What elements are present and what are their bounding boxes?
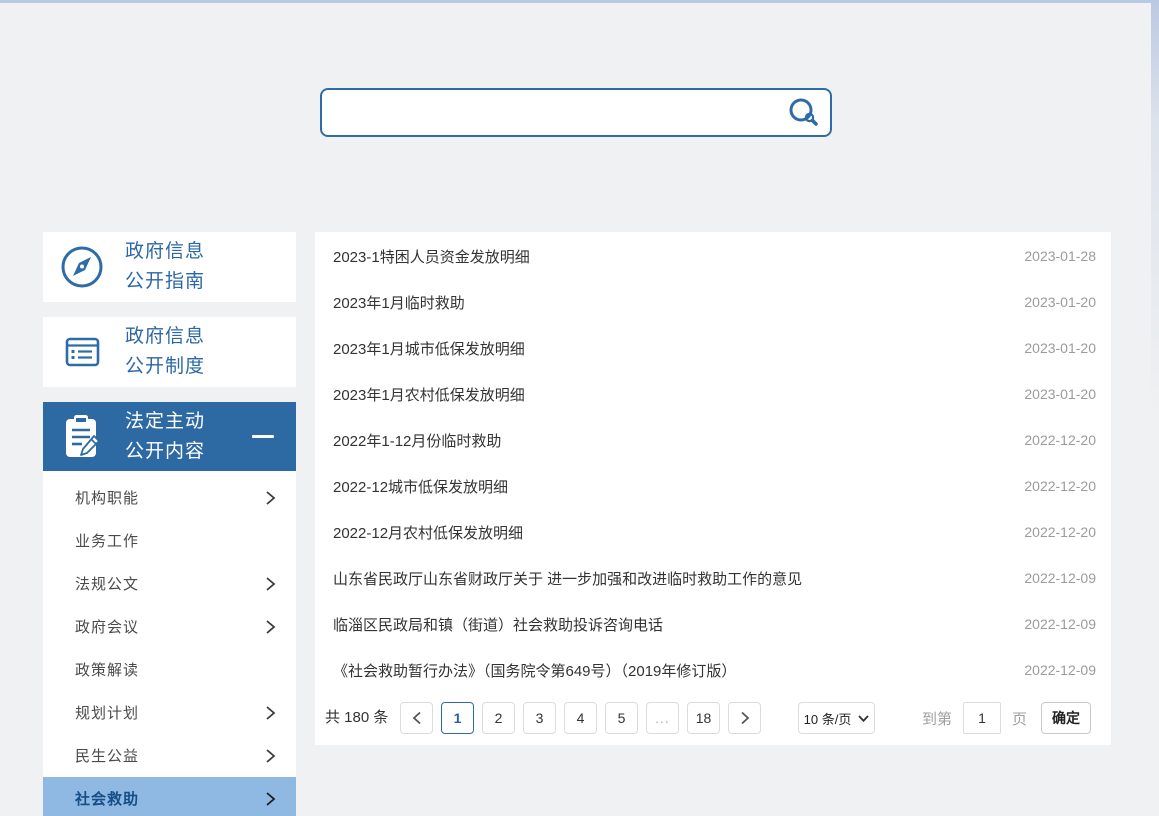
article-row: 2022年1-12月份临时救助 2022-12-20 bbox=[315, 417, 1111, 463]
article-list: 2023-1特困人员资金发放明细 2023-01-28 2023年1月临时救助 … bbox=[315, 233, 1111, 693]
sidebar-subitem[interactable]: 机构职能 bbox=[43, 476, 296, 519]
article-link[interactable]: 2023年1月农村低保发放明细 bbox=[333, 384, 1004, 405]
goto-suffix-label: 页 bbox=[1012, 708, 1027, 729]
chevron-left-icon bbox=[412, 711, 422, 725]
document-list-icon bbox=[55, 328, 109, 376]
article-link[interactable]: 2022-12月农村低保发放明细 bbox=[333, 522, 1004, 543]
article-row: 2023年1月城市低保发放明细 2023-01-20 bbox=[315, 325, 1111, 371]
article-row: 2023-1特困人员资金发放明细 2023-01-28 bbox=[315, 233, 1111, 279]
article-link[interactable]: 2023-1特困人员资金发放明细 bbox=[333, 246, 1004, 267]
article-date: 2023-01-20 bbox=[1024, 340, 1096, 356]
article-row: 2023年1月临时救助 2023-01-20 bbox=[315, 279, 1111, 325]
chevron-right-icon bbox=[265, 791, 276, 807]
chevron-down-icon bbox=[858, 715, 869, 722]
page-number-button[interactable]: 3 bbox=[523, 702, 556, 734]
chevron-right-icon bbox=[265, 705, 276, 721]
search-button[interactable] bbox=[782, 90, 830, 135]
article-link[interactable]: 《社会救助暂行办法》（国务院令第649号）（2019年修订版） bbox=[333, 660, 1004, 681]
sidebar-item-gov-info-guide[interactable]: 政府信息 公开指南 bbox=[43, 232, 296, 302]
sidebar-item-gov-info-system[interactable]: 政府信息 公开制度 bbox=[43, 317, 296, 387]
compass-icon bbox=[55, 243, 109, 291]
sidebar-item-label: 政府信息 公开指南 bbox=[125, 237, 205, 297]
sidebar-submenu: 机构职能 业务工作 法规公文 政府会议 政策解读 bbox=[43, 471, 296, 816]
search-icon bbox=[786, 96, 820, 130]
sidebar-subitem-label: 民生公益 bbox=[75, 745, 139, 766]
chevron-right-icon bbox=[740, 711, 750, 725]
goto-prefix-label: 到第 bbox=[922, 708, 952, 729]
pagination-bar: 共 180 条 1 2 3 4 5 ... bbox=[315, 702, 1111, 734]
page-buttons: 1 2 3 4 5 ... 18 bbox=[400, 702, 761, 734]
sidebar-item-label: 政府信息 公开制度 bbox=[125, 322, 205, 382]
article-date: 2023-01-20 bbox=[1024, 294, 1096, 310]
article-link[interactable]: 2022年1-12月份临时救助 bbox=[333, 430, 1004, 451]
sidebar-subitem-label: 规划计划 bbox=[75, 702, 139, 723]
sidebar-item-statutory-disclosure[interactable]: 法定主动 公开内容 bbox=[43, 402, 296, 471]
sidebar-subitem[interactable]: 政策解读 bbox=[43, 648, 296, 691]
sidebar-subitem-label: 机构职能 bbox=[75, 487, 139, 508]
article-row: 山东省民政厅山东省财政厅关于 进一步加强和改进临时救助工作的意见 2022-12… bbox=[315, 555, 1111, 601]
article-link[interactable]: 临淄区民政局和镇（街道）社会救助投诉咨询电话 bbox=[333, 614, 1004, 635]
total-count-label: 共 180 条 bbox=[325, 702, 388, 734]
sidebar-subitem[interactable]: 法规公文 bbox=[43, 562, 296, 605]
search-bar bbox=[320, 88, 832, 137]
article-date: 2022-12-20 bbox=[1024, 524, 1096, 540]
next-page-button[interactable] bbox=[728, 702, 761, 734]
sidebar-item-label: 法定主动 公开内容 bbox=[125, 407, 205, 467]
article-date: 2022-12-09 bbox=[1024, 570, 1096, 586]
chevron-right-icon bbox=[265, 576, 276, 592]
sidebar-subitem-label: 社会救助 bbox=[75, 788, 139, 809]
sidebar-subitem-label: 业务工作 bbox=[75, 530, 139, 551]
article-date: 2023-01-28 bbox=[1024, 248, 1096, 264]
minus-icon bbox=[252, 435, 274, 438]
sidebar-subitem[interactable]: 业务工作 bbox=[43, 519, 296, 562]
page-size-select[interactable]: 10 条/页 bbox=[798, 702, 875, 734]
sidebar-subitem[interactable]: 民生公益 bbox=[43, 734, 296, 777]
sidebar-subitem[interactable]: 政府会议 bbox=[43, 605, 296, 648]
sidebar-subitem-label: 政策解读 bbox=[75, 659, 139, 680]
page-number-button[interactable]: 1 bbox=[441, 702, 474, 734]
confirm-button[interactable]: 确定 bbox=[1041, 702, 1091, 734]
article-link[interactable]: 2022-12城市低保发放明细 bbox=[333, 476, 1004, 497]
scrollbar-track[interactable] bbox=[1151, 3, 1159, 816]
page-number-button[interactable]: 5 bbox=[605, 702, 638, 734]
page-number-button[interactable]: ... bbox=[646, 702, 679, 734]
sidebar-subitem[interactable]: 社会救助 bbox=[43, 777, 296, 816]
article-link[interactable]: 2023年1月临时救助 bbox=[333, 292, 1004, 313]
article-link[interactable]: 2023年1月城市低保发放明细 bbox=[333, 338, 1004, 359]
page-number-button[interactable]: 2 bbox=[482, 702, 515, 734]
article-date: 2022-12-09 bbox=[1024, 616, 1096, 632]
article-link[interactable]: 山东省民政厅山东省财政厅关于 进一步加强和改进临时救助工作的意见 bbox=[333, 568, 1004, 589]
article-row: 2022-12城市低保发放明细 2022-12-20 bbox=[315, 463, 1111, 509]
chevron-right-icon bbox=[265, 490, 276, 506]
prev-page-button[interactable] bbox=[400, 702, 433, 734]
article-date: 2022-12-09 bbox=[1024, 662, 1096, 678]
sidebar-subitem[interactable]: 规划计划 bbox=[43, 691, 296, 734]
goto-page-group: 到第 页 确定 bbox=[922, 702, 1091, 734]
page-size-label: 10 条/页 bbox=[804, 709, 852, 728]
sidebar-subitem-label: 法规公文 bbox=[75, 573, 139, 594]
article-date: 2023-01-20 bbox=[1024, 386, 1096, 402]
top-accent-bar bbox=[0, 0, 1159, 3]
article-date: 2022-12-20 bbox=[1024, 432, 1096, 448]
article-row: 2023年1月农村低保发放明细 2023-01-20 bbox=[315, 371, 1111, 417]
article-row: 临淄区民政局和镇（街道）社会救助投诉咨询电话 2022-12-09 bbox=[315, 601, 1111, 647]
page-number-button[interactable]: 4 bbox=[564, 702, 597, 734]
goto-page-input[interactable] bbox=[963, 702, 1001, 734]
chevron-right-icon bbox=[265, 748, 276, 764]
clipboard-pencil-icon bbox=[55, 411, 109, 463]
chevron-right-icon bbox=[265, 619, 276, 635]
article-date: 2022-12-20 bbox=[1024, 478, 1096, 494]
sidebar-subitem-label: 政府会议 bbox=[75, 616, 139, 637]
search-input[interactable] bbox=[322, 90, 782, 135]
article-row: 2022-12月农村低保发放明细 2022-12-20 bbox=[315, 509, 1111, 555]
page-number-button[interactable]: 18 bbox=[687, 702, 720, 734]
content-panel: 2023-1特困人员资金发放明细 2023-01-28 2023年1月临时救助 … bbox=[315, 232, 1111, 745]
article-row: 《社会救助暂行办法》（国务院令第649号）（2019年修订版） 2022-12-… bbox=[315, 647, 1111, 693]
